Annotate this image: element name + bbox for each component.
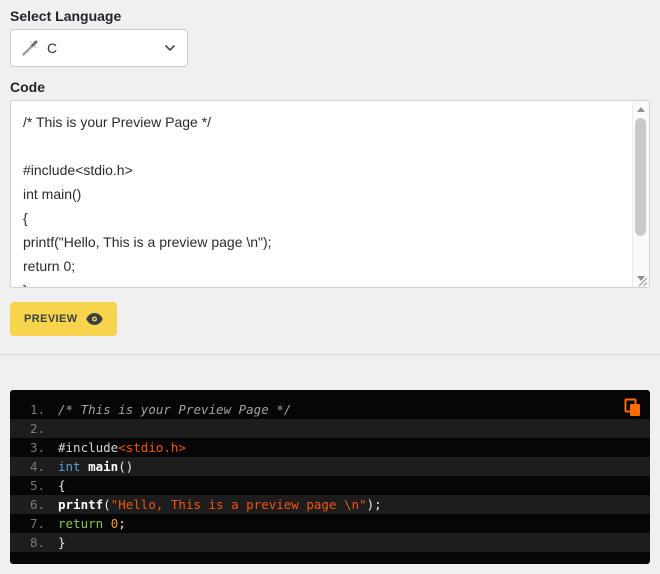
eye-icon <box>85 313 103 325</box>
code-line: 2. <box>10 419 650 438</box>
page: Select Language C Code /* This is your P… <box>0 8 660 564</box>
code-line: 7. return 0; <box>10 514 650 533</box>
scrollbar-thumb[interactable] <box>635 118 646 236</box>
line-number: 3. <box>29 440 45 455</box>
code-line: 8.} <box>10 533 650 552</box>
code-line: 1. /* This is your Preview Page */ <box>10 400 650 419</box>
code-textarea[interactable]: /* This is your Preview Page */ #include… <box>10 100 650 288</box>
select-language-label: Select Language <box>10 8 122 24</box>
divider <box>0 354 660 355</box>
magic-wand-icon <box>22 40 38 56</box>
code-preview-panel: 1. /* This is your Preview Page */ 2. 3. #in… <box>10 390 650 564</box>
code-line: 4. int main() <box>10 457 650 476</box>
line-number: 1. <box>29 402 45 417</box>
preview-button-label: PREVIEW <box>24 313 78 325</box>
line-number: 6. <box>29 497 45 512</box>
chevron-down-icon <box>164 44 176 52</box>
editor-scrollbar[interactable] <box>632 101 649 287</box>
copy-icon[interactable] <box>624 398 641 417</box>
language-select-value: C <box>47 40 58 56</box>
line-code: /* This is your Preview Page */ <box>58 402 292 417</box>
line-number: 2. <box>29 421 45 436</box>
line-code: } <box>58 535 66 550</box>
line-code: printf("Hello, This is a preview page \n… <box>58 497 382 512</box>
language-select[interactable]: C <box>10 29 188 67</box>
line-code: { <box>58 478 66 493</box>
code-line: 5. { <box>10 476 650 495</box>
scrollbar-up-arrow-icon[interactable] <box>633 102 649 117</box>
line-code: #include<stdio.h> <box>58 440 186 455</box>
line-number: 7. <box>29 516 45 531</box>
preview-button[interactable]: PREVIEW <box>10 302 117 336</box>
code-line: 6. printf("Hello, This is a preview page … <box>10 495 650 514</box>
code-line: 3. #include<stdio.h> <box>10 438 650 457</box>
code-editor: /* This is your Preview Page */ #include… <box>10 100 650 288</box>
code-label: Code <box>10 79 45 95</box>
code-preview-lines: 1. /* This is your Preview Page */ 2. 3. #in… <box>10 400 650 552</box>
line-number: 5. <box>29 478 45 493</box>
line-number: 4. <box>29 459 45 474</box>
line-number: 8. <box>29 535 45 550</box>
line-code: return 0; <box>58 516 126 531</box>
line-code: int main() <box>58 459 134 474</box>
resize-grip-icon[interactable] <box>636 274 648 287</box>
